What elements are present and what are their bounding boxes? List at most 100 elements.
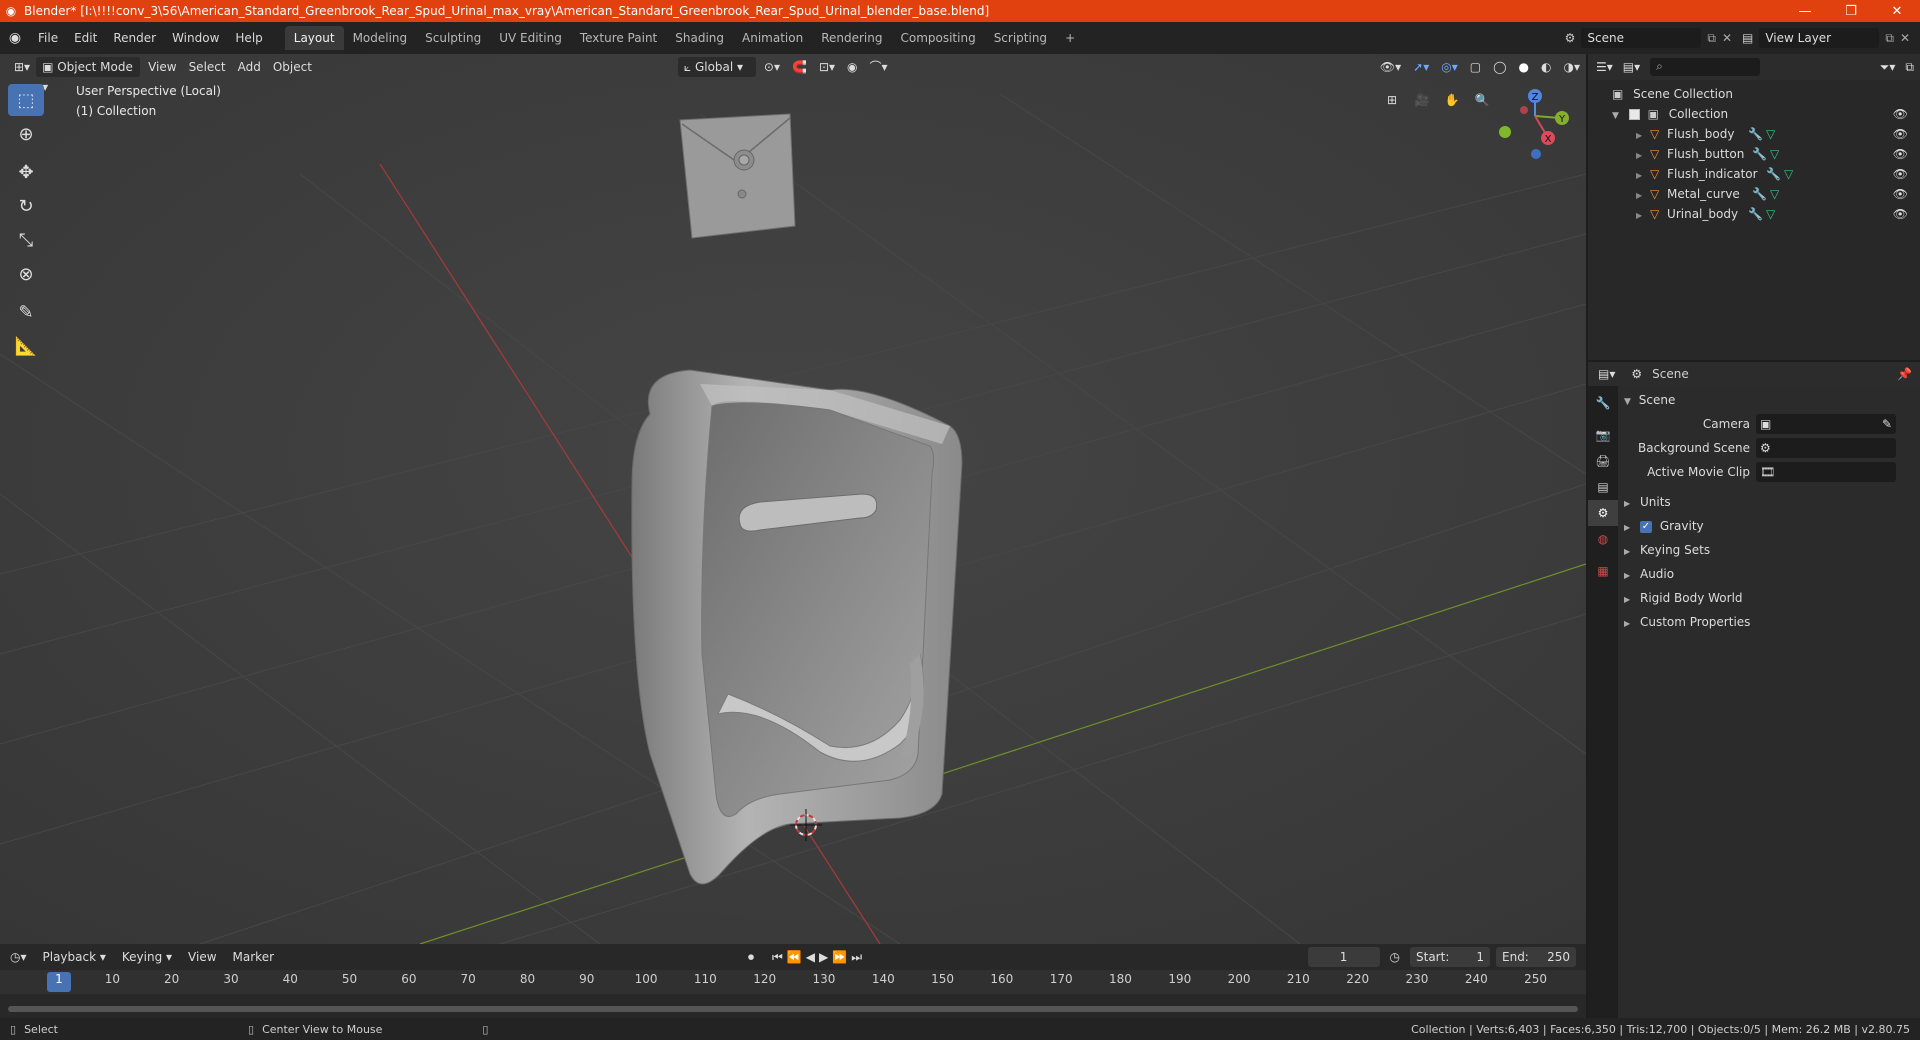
expand-collection-icon[interactable]: ▼	[1612, 111, 1619, 121]
rendered-shading-icon[interactable]: ◑▾	[1558, 57, 1587, 77]
tool-tab-icon[interactable]: 🔧	[1588, 390, 1618, 416]
tab-texture-paint[interactable]: Texture Paint	[571, 26, 666, 50]
visibility-icon[interactable]: 👁▾	[1374, 57, 1407, 77]
gizmo-neg-z-icon[interactable]	[1531, 149, 1541, 159]
gizmo-neg-y-icon[interactable]	[1499, 126, 1511, 138]
output-tab-icon[interactable]: 🖨	[1588, 448, 1618, 474]
overlay-toggle-icon[interactable]: ◎▾	[1435, 57, 1464, 77]
close-button[interactable]: ✕	[1874, 4, 1920, 19]
gravity-panel-header[interactable]: ▶ ✓ Gravity	[1624, 514, 1916, 538]
collection-visibility-icon[interactable]: 👁	[1893, 104, 1908, 124]
timeline-scrollbar[interactable]	[8, 1006, 1578, 1012]
tab-compositing[interactable]: Compositing	[891, 26, 984, 50]
menu-select[interactable]: Select	[183, 57, 232, 77]
flush-body-object[interactable]	[679, 113, 796, 239]
outliner-editor-icon[interactable]: ☰▾	[1596, 60, 1613, 74]
menu-add[interactable]: Add	[232, 57, 267, 77]
visibility-icon[interactable]: 👁	[1893, 124, 1908, 144]
view-layer-tab-icon[interactable]: ▤	[1588, 474, 1618, 500]
outliner-item-flush-indicator[interactable]: ▶ ▽ Flush_indicator 🔧 ▽ 👁	[1588, 164, 1920, 184]
view-layer-selector[interactable]: View Layer	[1759, 28, 1880, 48]
cursor-tool-icon[interactable]: ⊕	[8, 118, 44, 150]
add-workspace-button[interactable]: +	[1056, 26, 1084, 50]
display-mode-icon[interactable]: ▤▾	[1623, 60, 1640, 74]
custom-properties-panel-header[interactable]: ▶ Custom Properties	[1624, 610, 1916, 634]
outliner-item-flush-button[interactable]: ▶ ▽ Flush_button 🔧 ▽ 👁	[1588, 144, 1920, 164]
camera-view-icon[interactable]: 🎥	[1410, 88, 1434, 112]
scene-selector[interactable]: Scene	[1581, 28, 1702, 48]
world-tab-icon[interactable]: ◍	[1588, 526, 1618, 552]
units-panel-header[interactable]: ▶ Units	[1624, 490, 1916, 514]
menu-file[interactable]: File	[30, 27, 66, 49]
filter-icon[interactable]: ⏷▾	[1880, 60, 1896, 75]
snap-target-icon[interactable]: ⊡▾	[813, 57, 841, 77]
menu-edit[interactable]: Edit	[66, 27, 105, 49]
remove-scene-icon[interactable]: ✕	[1722, 31, 1732, 45]
tab-modeling[interactable]: Modeling	[344, 26, 417, 50]
visibility-icon[interactable]: 👁	[1893, 144, 1908, 164]
outliner-item-flush-body[interactable]: ▶ ▽ Flush_body 🔧 ▽ 👁	[1588, 124, 1920, 144]
expand-icon[interactable]: ▶	[1636, 151, 1642, 160]
tab-rendering[interactable]: Rendering	[812, 26, 891, 50]
expand-icon[interactable]: ▶	[1636, 211, 1642, 220]
snap-icon[interactable]: 🧲	[786, 57, 813, 77]
camera-field[interactable]: ▣ ✎	[1756, 414, 1896, 434]
outliner-search-input[interactable]: ⌕	[1650, 58, 1761, 76]
select-box-tool-icon[interactable]: ⬚	[8, 84, 44, 116]
expand-icon[interactable]: ▶	[1636, 131, 1642, 140]
menu-view[interactable]: View	[142, 57, 182, 77]
transform-orientation-selector[interactable]: ⟀ Global ▾	[677, 57, 756, 77]
toggle-camera-grid-icon[interactable]: ⊞	[1380, 88, 1404, 112]
keying-sets-panel-header[interactable]: ▶ Keying Sets	[1624, 538, 1916, 562]
background-scene-field[interactable]: ⚙	[1756, 438, 1896, 458]
annotate-tool-icon[interactable]: ✎	[8, 296, 44, 328]
scene-tab-icon[interactable]: ⚙	[1588, 500, 1618, 526]
mode-selector[interactable]: ▣ Object Mode ▾	[36, 57, 141, 94]
orientation-gizmo[interactable]: Z Y X	[1490, 84, 1570, 164]
wireframe-shading-icon[interactable]: ◯	[1487, 57, 1512, 77]
falloff-icon[interactable]: ⌒▾	[864, 57, 894, 77]
new-collection-icon[interactable]: ⧉	[1905, 60, 1914, 75]
tab-animation[interactable]: Animation	[733, 26, 812, 50]
xray-icon[interactable]: ▢	[1464, 57, 1487, 77]
gravity-checkbox[interactable]: ✓	[1639, 520, 1652, 533]
scene-panel-header[interactable]: ▼ Scene	[1624, 388, 1916, 412]
menu-window[interactable]: Window	[164, 27, 227, 49]
remove-view-layer-icon[interactable]: ✕	[1900, 31, 1910, 45]
render-tab-icon[interactable]: 📷	[1588, 422, 1618, 448]
scale-tool-icon[interactable]: ⤡	[8, 224, 44, 256]
tab-scripting[interactable]: Scripting	[985, 26, 1056, 50]
active-movie-clip-field[interactable]: 🎞	[1756, 462, 1896, 482]
expand-icon[interactable]: ▶	[1636, 171, 1642, 180]
new-view-layer-icon[interactable]: ⧉	[1885, 31, 1894, 46]
menu-help[interactable]: Help	[227, 27, 270, 49]
urinal-body-object[interactable]	[631, 369, 963, 885]
outliner-item-urinal-body[interactable]: ▶ ▽ Urinal_body 🔧 ▽ 👁	[1588, 204, 1920, 224]
material-shading-icon[interactable]: ◐	[1535, 57, 1557, 77]
transform-tool-icon[interactable]: ⊗	[8, 258, 44, 290]
3d-viewport[interactable]	[0, 54, 1586, 944]
tab-layout[interactable]: Layout	[284, 26, 344, 50]
rotate-tool-icon[interactable]: ↻	[8, 190, 44, 222]
proportional-edit-icon[interactable]: ◉	[841, 57, 863, 77]
visibility-icon[interactable]: 👁	[1893, 204, 1908, 224]
audio-panel-header[interactable]: ▶ Audio	[1624, 562, 1916, 586]
collection-checkbox[interactable]	[1628, 109, 1640, 120]
blender-menu-icon[interactable]: ◉	[0, 30, 30, 46]
editor-type-icon[interactable]: ⊞▾	[8, 57, 36, 77]
menu-object[interactable]: Object	[267, 57, 318, 77]
solid-shading-icon[interactable]: ●	[1513, 57, 1535, 77]
expand-icon[interactable]: ▶	[1636, 191, 1642, 200]
pin-icon[interactable]: 📌	[1897, 367, 1912, 381]
menu-render[interactable]: Render	[105, 27, 164, 49]
gizmo-toggle-icon[interactable]: ➚▾	[1407, 57, 1435, 77]
pan-view-icon[interactable]: ✋	[1440, 88, 1464, 112]
texture-tab-icon[interactable]: ▦	[1588, 558, 1618, 584]
tab-shading[interactable]: Shading	[666, 26, 733, 50]
new-scene-icon[interactable]: ⧉	[1707, 31, 1716, 46]
outliner-item-metal-curve[interactable]: ▶ ▽ Metal_curve 🔧 ▽ 👁	[1588, 184, 1920, 204]
maximize-button[interactable]: ❐	[1828, 4, 1874, 19]
collection-row[interactable]: ▼ ▣ Collection 👁	[1588, 104, 1920, 124]
visibility-icon[interactable]: 👁	[1893, 164, 1908, 184]
visibility-icon[interactable]: 👁	[1893, 184, 1908, 204]
